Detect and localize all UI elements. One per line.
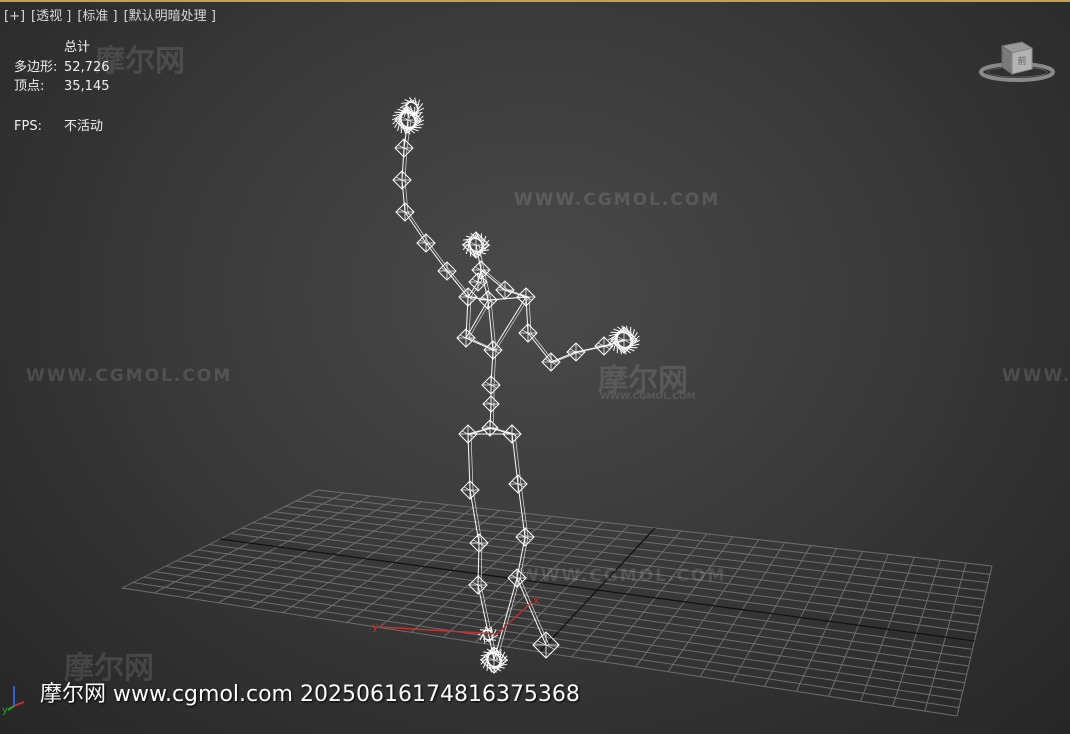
vertices-label: 顶点: <box>14 79 45 94</box>
viewcube-face-label: 前 <box>1017 55 1026 67</box>
viewcube-icon[interactable]: 前 <box>976 36 1058 86</box>
watermark-sub-center: WWW.CGMOL.COM <box>600 392 696 402</box>
bone <box>578 345 608 353</box>
bone <box>446 270 469 298</box>
axis-y-label: y <box>2 705 8 716</box>
polygons-label: 多边形: <box>14 59 58 75</box>
bone <box>527 332 552 363</box>
gizmo-y-axis <box>496 601 533 635</box>
axis-tripod-icon: y <box>2 686 25 716</box>
foot-left-mesh <box>483 638 497 641</box>
viewport-label-bar: [+] [透视 ] [标准 ] [默认明暗处理 ] <box>4 9 222 25</box>
bone <box>519 577 550 646</box>
foot-left-mesh <box>479 629 493 632</box>
watermark-url-left: WWW.CGMOL.COM <box>26 366 233 386</box>
bone <box>487 299 494 351</box>
viewport-statistics: 总计 多边形: 52,726 顶点: 35,145 FPS: 不活动 <box>14 38 110 136</box>
fps-label: FPS: <box>14 118 42 134</box>
stats-header: 总计 <box>64 40 91 55</box>
gizmo-x-label: y <box>372 620 379 633</box>
viewport-shading-menu[interactable]: [默认明暗处理 ] <box>124 9 216 24</box>
polygons-value: 52,726 <box>64 59 110 75</box>
bone <box>492 296 527 351</box>
bone <box>495 296 530 351</box>
viewport-standard-menu[interactable]: [标准 ] <box>77 9 117 24</box>
bone <box>401 179 406 213</box>
viewport-general-menu[interactable]: [+] <box>4 9 25 24</box>
bone <box>530 332 555 363</box>
world-axis-lines <box>219 527 975 653</box>
footer-watermark-text: 摩尔网 www.cgmol.com 20250616174816375368 <box>40 682 580 707</box>
watermark-url-top: WWW.CGMOL.COM <box>514 190 721 210</box>
fps-value: 不活动 <box>64 118 104 134</box>
watermark-url-bottom: WWW.CGMOL.COM <box>520 566 727 586</box>
bone <box>404 211 427 244</box>
watermark-url-right: WWW.CGMOL.COM <box>1002 366 1070 386</box>
vertices-value: 35,145 <box>64 79 110 94</box>
viewport-perspective[interactable]: y x WWW.CGMOL.COM WWW.CGMOL.COM WWW.CGMOL… <box>0 0 1070 734</box>
bone <box>425 242 448 272</box>
viewport-pov-menu[interactable]: [透视 ] <box>31 9 71 24</box>
gizmo-y-label: x <box>533 594 540 607</box>
